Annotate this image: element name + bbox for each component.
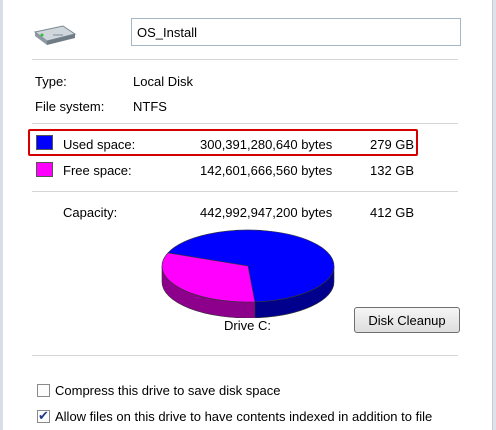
hard-drive-icon (33, 25, 77, 45)
separator (32, 123, 458, 124)
used-space-size: 279 GB (370, 137, 415, 152)
used-space-bytes: 300,391,280,640 bytes (200, 137, 333, 152)
free-space-bytes: 142,601,666,560 bytes (200, 163, 333, 178)
checkmark-icon: ✔ (38, 408, 49, 423)
disk-cleanup-button[interactable]: Disk Cleanup (354, 307, 460, 333)
compress-drive-checkbox[interactable] (37, 384, 50, 397)
dialog-frame-right (492, 0, 496, 430)
file-system-value: NTFS (133, 99, 167, 114)
separator (32, 355, 458, 356)
separator (32, 59, 458, 60)
used-space-color-swatch (36, 135, 53, 150)
index-contents-checkbox[interactable]: ✔ (37, 408, 50, 423)
type-label: Type: (35, 74, 67, 89)
index-contents-label: Allow files on this drive to have conten… (55, 409, 433, 424)
free-space-color-swatch (36, 162, 53, 177)
drive-label: Drive C: (224, 318, 271, 333)
type-value: Local Disk (133, 74, 193, 89)
free-space-size: 132 GB (370, 163, 415, 178)
disk-usage-pie-chart (161, 229, 335, 318)
dialog-frame-left (0, 0, 3, 430)
free-space-label: Free space: (63, 163, 132, 178)
compress-drive-label: Compress this drive to save disk space (55, 383, 281, 398)
capacity-bytes: 442,992,947,200 bytes (200, 205, 333, 220)
used-space-label: Used space: (63, 137, 136, 152)
file-system-label: File system: (35, 99, 105, 114)
capacity-size: 412 GB (370, 205, 415, 220)
capacity-label: Capacity: (63, 205, 118, 220)
drive-name-input[interactable] (131, 18, 461, 46)
separator (32, 191, 458, 192)
